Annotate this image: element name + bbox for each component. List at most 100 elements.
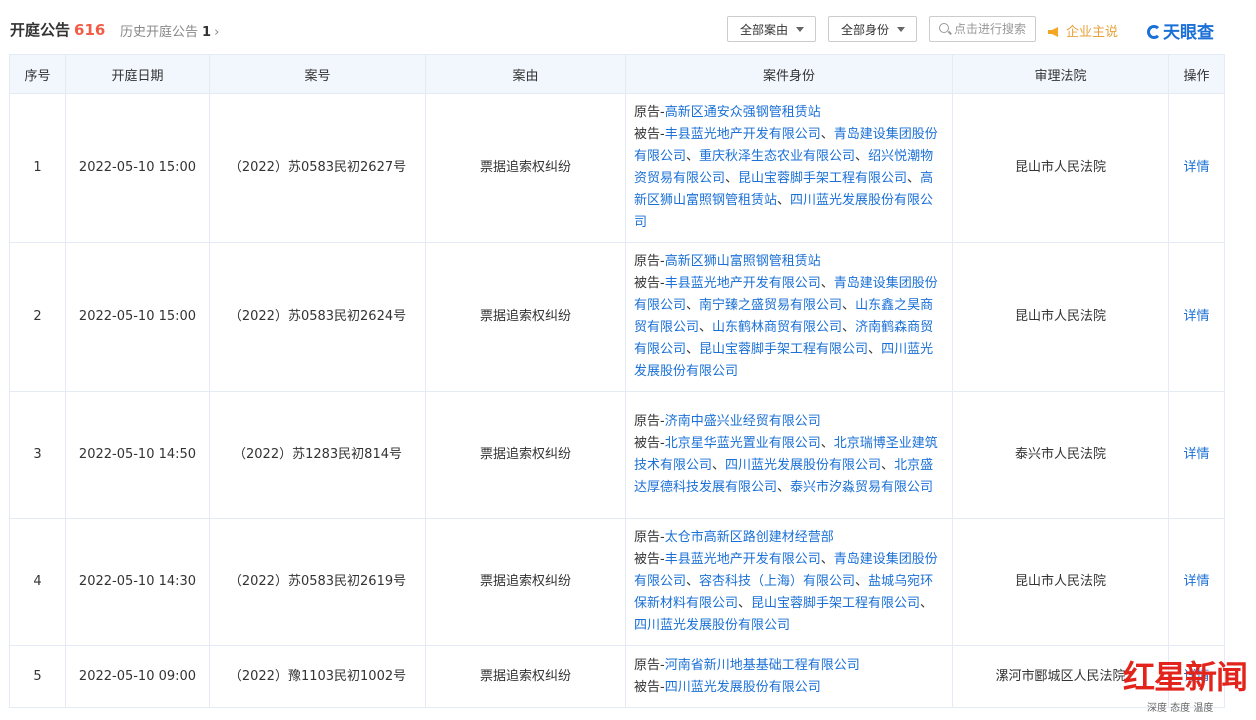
col-header-parties: 案件身份 — [625, 54, 953, 94]
table-row: 4 2022-05-10 14:30 （2022）苏0583民初2619号 票据追索权… — [9, 518, 1225, 646]
case-number: （2022）苏0583民初2624号 — [209, 242, 426, 392]
row-index: 5 — [9, 645, 66, 708]
case-number: （2022）苏0583民初2627号 — [209, 93, 426, 243]
table-row: 2 2022-05-10 15:00 （2022）苏0583民初2624号 票据追索权… — [9, 242, 1225, 392]
hearing-date: 2022-05-10 14:30 — [65, 518, 210, 646]
search-icon — [939, 23, 949, 33]
hearing-date: 2022-05-10 14:50 — [65, 391, 210, 519]
chevron-right-icon: › — [214, 25, 220, 40]
top-bar: 开庭公告 616 历史开庭公告 1 › 全部案由 全部身份 点击进行搜索 企业主说 天… — [0, 0, 1256, 54]
hearing-date: 2022-05-10 15:00 — [65, 242, 210, 392]
court-name: 昆山市人民法院 — [952, 242, 1169, 392]
row-index: 4 — [9, 518, 66, 646]
row-index: 3 — [9, 391, 66, 519]
case-parties: 原告-河南省新川地基基础工程有限公司 被告-四川蓝光发展股份有限公司 — [625, 645, 953, 708]
history-link[interactable]: 历史开庭公告 1 › — [120, 21, 219, 40]
col-header-cause: 案由 — [425, 54, 626, 94]
brand-name: 天眼查 — [1163, 23, 1214, 43]
table-header-row: 序号 开庭日期 案号 案由 案件身份 审理法院 操作 — [9, 54, 1225, 94]
cause-filter-label: 全部案由 — [740, 23, 789, 37]
court-name: 昆山市人民法院 — [952, 518, 1169, 646]
caret-down-icon — [796, 27, 804, 32]
defendant-company-link[interactable]: 南宁臻之盛贸易有限公司 — [699, 298, 842, 313]
case-parties: 原告-高新区狮山富照钢管租赁站 被告-丰县蓝光地产开发有限公司、青岛建设集团股份有… — [625, 242, 953, 392]
col-header-court: 审理法院 — [952, 54, 1169, 94]
details-link[interactable]: 详情 — [1183, 447, 1209, 462]
search-input[interactable]: 点击进行搜索 — [929, 16, 1036, 42]
hearing-date: 2022-05-10 09:00 — [65, 645, 210, 708]
court-notice-table: 序号 开庭日期 案号 案由 案件身份 审理法院 操作 1 2022-05-10 1… — [9, 54, 1225, 708]
history-label: 历史开庭公告 — [120, 25, 199, 40]
court-name: 泰兴市人民法院 — [952, 391, 1169, 519]
search-placeholder: 点击进行搜索 — [954, 22, 1027, 36]
case-number: （2022）苏1283民初814号 — [209, 391, 426, 519]
tianyancha-logo-icon — [1147, 25, 1161, 39]
plaintiff-role-label: 原告- — [634, 254, 665, 269]
col-header-case-no: 案号 — [209, 54, 426, 94]
defendant-company-link[interactable]: 重庆秋泽生态农业有限公司 — [699, 149, 855, 164]
col-header-index: 序号 — [9, 54, 66, 94]
identity-filter-dropdown[interactable]: 全部身份 — [828, 16, 917, 42]
caret-down-icon — [897, 27, 905, 32]
cause-filter-dropdown[interactable]: 全部案由 — [727, 16, 816, 42]
col-header-action: 操作 — [1168, 54, 1225, 94]
case-number: （2022）豫1103民初1002号 — [209, 645, 426, 708]
details-link[interactable]: 详情 — [1183, 574, 1209, 589]
defendant-company-link[interactable]: 丰县蓝光地产开发有限公司 — [665, 127, 821, 142]
details-link[interactable]: 详情 — [1183, 160, 1209, 175]
enterprise-speak-link[interactable]: 企业主说 — [1048, 21, 1118, 40]
defendant-company-link[interactable]: 山东鹤林商贸有限公司 — [712, 320, 842, 335]
section-title: 开庭公告 616 — [10, 19, 105, 40]
plaintiff-role-label: 原告- — [634, 657, 665, 673]
plaintiff-company-link[interactable]: 高新区通安众强钢管租赁站 — [665, 105, 821, 120]
plaintiff-company-link[interactable]: 高新区狮山富照钢管租赁站 — [665, 254, 821, 269]
action-cell: 详情 — [1168, 242, 1225, 392]
enterprise-label: 企业主说 — [1066, 25, 1119, 40]
brand-logo: 天眼查 — [1147, 18, 1214, 43]
defendant-company-link[interactable]: 昆山宝蓉脚手架工程有限公司 — [738, 171, 907, 186]
defendant-role-label: 被告- — [634, 436, 665, 451]
defendant-company-link[interactable]: 泰兴市汐淼贸易有限公司 — [790, 480, 933, 495]
row-index: 1 — [9, 93, 66, 243]
case-parties: 原告-太仓市高新区路创建材经营部 被告-丰县蓝光地产开发有限公司、青岛建设集团股份… — [625, 518, 953, 646]
defendant-company-link[interactable]: 丰县蓝光地产开发有限公司 — [665, 276, 821, 291]
identity-filter-label: 全部身份 — [841, 23, 890, 37]
case-cause: 票据追索权纠纷 — [425, 645, 626, 708]
action-cell: 详情 — [1168, 391, 1225, 519]
watermark: 红星新闻 深度 态度 温度 — [1123, 652, 1253, 718]
table-row: 5 2022-05-10 09:00 （2022）豫1103民初1002号 票据追索权… — [9, 645, 1225, 708]
table-row: 1 2022-05-10 15:00 （2022）苏0583民初2627号 票据追索权… — [9, 93, 1225, 243]
plaintiff-role-label: 原告- — [634, 105, 665, 120]
defendant-company-link[interactable]: 四川蓝光发展股份有限公司 — [634, 618, 790, 633]
table-row: 3 2022-05-10 14:50 （2022）苏1283民初814号 票据追索权纠… — [9, 391, 1225, 519]
case-cause: 票据追索权纠纷 — [425, 391, 626, 519]
defendant-role-label: 被告- — [634, 679, 665, 695]
defendant-company-link[interactable]: 四川蓝光发展股份有限公司 — [725, 458, 881, 473]
defendant-company-link[interactable]: 昆山宝蓉脚手架工程有限公司 — [751, 596, 920, 611]
plaintiff-company-link[interactable]: 太仓市高新区路创建材经营部 — [665, 530, 834, 545]
defendant-role-label: 被告- — [634, 127, 665, 142]
defendant-company-link[interactable]: 北京星华蓝光置业有限公司 — [665, 436, 821, 451]
case-number: （2022）苏0583民初2619号 — [209, 518, 426, 646]
defendant-company-link[interactable]: 昆山宝蓉脚手架工程有限公司 — [699, 342, 868, 357]
defendant-company-link[interactable]: 容杏科技（上海）有限公司 — [699, 574, 855, 589]
row-index: 2 — [9, 242, 66, 392]
action-cell: 详情 — [1168, 518, 1225, 646]
plaintiff-company-link[interactable]: 济南中盛兴业经贸有限公司 — [665, 414, 821, 429]
case-parties: 原告-济南中盛兴业经贸有限公司 被告-北京星华蓝光置业有限公司、北京瑞博圣业建筑技… — [625, 391, 953, 519]
section-count: 616 — [74, 21, 106, 39]
details-link[interactable]: 详情 — [1183, 309, 1209, 324]
plaintiff-role-label: 原告- — [634, 530, 665, 545]
watermark-slogan: 深度 态度 温度 — [1147, 703, 1214, 714]
plaintiff-role-label: 原告- — [634, 414, 665, 429]
case-parties: 原告-高新区通安众强钢管租赁站 被告-丰县蓝光地产开发有限公司、青岛建设集团股份有… — [625, 93, 953, 243]
court-name: 昆山市人民法院 — [952, 93, 1169, 243]
col-header-date: 开庭日期 — [65, 54, 210, 94]
defendant-company-link[interactable]: 丰县蓝光地产开发有限公司 — [665, 552, 821, 567]
plaintiff-company-link[interactable]: 河南省新川地基基础工程有限公司 — [665, 658, 860, 673]
section-title-text: 开庭公告 — [10, 21, 71, 39]
watermark-name: 红星新闻 — [1123, 658, 1248, 696]
case-cause: 票据追索权纠纷 — [425, 93, 626, 243]
case-cause: 票据追索权纠纷 — [425, 242, 626, 392]
defendant-company-link[interactable]: 四川蓝光发展股份有限公司 — [665, 680, 821, 695]
